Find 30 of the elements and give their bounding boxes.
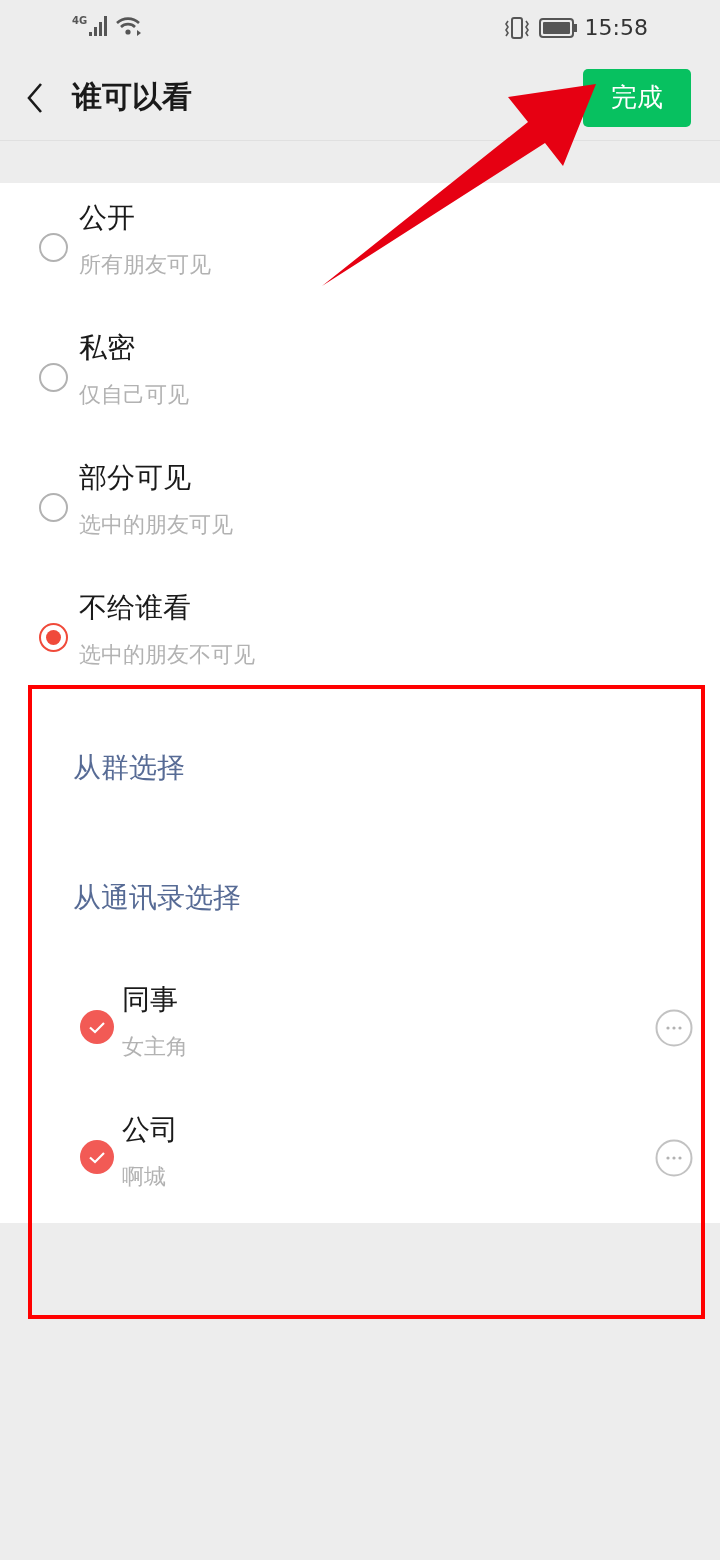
radio-button[interactable] <box>39 363 68 392</box>
option-title: 私密 <box>79 330 135 366</box>
clock-time: 15:58 <box>584 15 648 40</box>
select-link[interactable]: 从通讯录选择 <box>73 879 241 917</box>
radio-button[interactable] <box>39 623 68 652</box>
option-subtitle: 选中的朋友可见 <box>79 511 233 539</box>
tag-name: 公司 <box>122 1112 178 1148</box>
option-title: 不给谁看 <box>79 590 191 626</box>
wifi-icon <box>116 15 143 36</box>
radio-button[interactable] <box>39 493 68 522</box>
vibrate-icon <box>504 16 529 39</box>
battery-icon <box>538 17 577 38</box>
tag-name: 同事 <box>122 982 178 1018</box>
tag-members: 啊城 <box>122 1163 166 1191</box>
option-title: 部分可见 <box>79 460 191 496</box>
tag-members: 女主角 <box>122 1033 188 1061</box>
option-subtitle: 选中的朋友不可见 <box>79 641 255 669</box>
network-type: 4G <box>72 15 88 26</box>
signal-icon <box>89 15 110 36</box>
option-subtitle: 所有朋友可见 <box>79 251 211 279</box>
option-subtitle: 仅自己可见 <box>79 381 189 409</box>
more-icon[interactable] <box>655 1139 693 1177</box>
checkbox[interactable] <box>80 1010 114 1044</box>
option-title: 公开 <box>79 200 135 236</box>
back-icon[interactable] <box>27 82 43 113</box>
checkbox[interactable] <box>80 1140 114 1174</box>
page-title: 谁可以看 <box>72 78 192 116</box>
radio-button[interactable] <box>39 233 68 262</box>
more-icon[interactable] <box>655 1009 693 1047</box>
select-link[interactable]: 从群选择 <box>73 749 185 787</box>
